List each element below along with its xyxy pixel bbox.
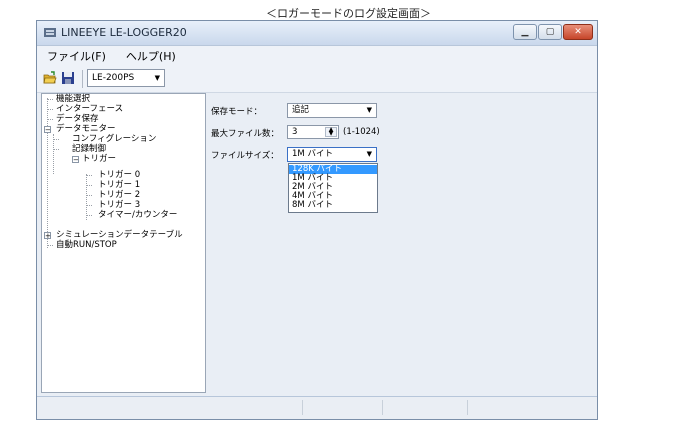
- tree-item-interface[interactable]: インターフェース: [56, 104, 123, 114]
- save-mode-label: 保存モード：: [211, 107, 263, 117]
- expand-icon[interactable]: +: [44, 232, 51, 240]
- open-folder-icon[interactable]: [43, 71, 57, 85]
- max-files-label: 最大ファイル数：: [211, 129, 280, 139]
- model-select-value: LE-200PS: [92, 73, 135, 83]
- minimize-button[interactable]: ▁: [513, 24, 537, 40]
- file-size-select[interactable]: 1M バイト ▼: [287, 147, 377, 162]
- file-size-option[interactable]: 8M バイト: [289, 201, 377, 210]
- tree-item-simulation-table[interactable]: シミュレーションデータテーブル: [56, 230, 183, 240]
- toolbar: LE-200PS ▼: [37, 66, 597, 93]
- app-window: LINEEYE LE-LOGGER20 ▁ ▢ ✕ ファイル(F) ヘルプ(H)…: [36, 20, 598, 420]
- save-mode-select[interactable]: 追記 ▼: [287, 103, 377, 118]
- spin-updown-icon[interactable]: ▲ ▼: [325, 127, 337, 137]
- page-caption: ＜ロガーモードのログ設定画面＞: [266, 7, 431, 20]
- file-size-value: 1M バイト: [292, 149, 333, 159]
- menu-file[interactable]: ファイル(F): [43, 47, 110, 65]
- chevron-down-icon: ▼: [154, 74, 160, 82]
- window-controls: ▁ ▢ ✕: [513, 24, 593, 40]
- menu-bar: ファイル(F) ヘルプ(H): [37, 46, 597, 66]
- status-cell: [302, 400, 303, 415]
- tree-item-auto-run-stop[interactable]: 自動RUN/STOP: [56, 240, 117, 250]
- tree-item-trigger-3[interactable]: トリガー 3: [98, 200, 140, 210]
- close-icon: ✕: [574, 27, 582, 37]
- save-mode-value: 追記: [292, 105, 310, 115]
- window-title: LINEEYE LE-LOGGER20: [61, 26, 187, 39]
- tree-item-configuration[interactable]: コンフィグレーション: [72, 134, 156, 144]
- settings-panel: 保存モード： 追記 ▼ 最大ファイル数： 3 ▲ ▼ (1-1024) ファイルサ…: [207, 93, 593, 393]
- maximize-button[interactable]: ▢: [538, 24, 562, 40]
- status-cell: [382, 400, 383, 415]
- chevron-down-icon: ▼: [366, 150, 372, 158]
- status-cell: [467, 400, 468, 415]
- file-size-label: ファイルサイズ：: [211, 151, 279, 161]
- tree-item-data-save[interactable]: データ保存: [56, 114, 99, 124]
- settings-tree: 機能選択 インターフェース データ保存 − データモニター コンフィグレーション…: [41, 93, 206, 393]
- tree-item-function[interactable]: 機能選択: [56, 94, 90, 104]
- minimize-icon: ▁: [521, 27, 529, 37]
- tree-item-data-monitor[interactable]: データモニター: [56, 124, 116, 134]
- title-bar[interactable]: LINEEYE LE-LOGGER20 ▁ ▢ ✕: [37, 21, 597, 46]
- menu-help[interactable]: ヘルプ(H): [122, 47, 180, 65]
- tree-item-trigger[interactable]: トリガー: [82, 154, 116, 164]
- tree-item-timer-counter[interactable]: タイマー/カウンター: [98, 210, 177, 220]
- collapse-icon[interactable]: −: [44, 126, 51, 134]
- close-button[interactable]: ✕: [563, 24, 593, 40]
- max-files-spinner[interactable]: 3 ▲ ▼: [287, 125, 339, 139]
- model-select[interactable]: LE-200PS ▼: [87, 69, 165, 87]
- tree-item-trigger-0[interactable]: トリガー 0: [98, 170, 140, 180]
- chevron-down-icon: ▼: [366, 106, 372, 114]
- max-files-range: (1-1024): [343, 127, 380, 137]
- max-files-value: 3: [292, 127, 298, 137]
- maximize-icon: ▢: [545, 27, 555, 37]
- toolbar-separator: [82, 70, 83, 88]
- tree-item-trigger-1[interactable]: トリガー 1: [98, 180, 140, 190]
- status-bar: [37, 396, 597, 419]
- collapse-icon[interactable]: −: [72, 156, 79, 164]
- file-size-dropdown-list: 128K バイト 1M バイト 2M バイト 4M バイト 8M バイト: [288, 163, 378, 213]
- save-disk-icon[interactable]: [61, 71, 75, 85]
- tree-item-record-control[interactable]: 記録制御: [72, 144, 106, 154]
- tree-item-trigger-2[interactable]: トリガー 2: [98, 190, 140, 200]
- app-icon: [44, 28, 56, 37]
